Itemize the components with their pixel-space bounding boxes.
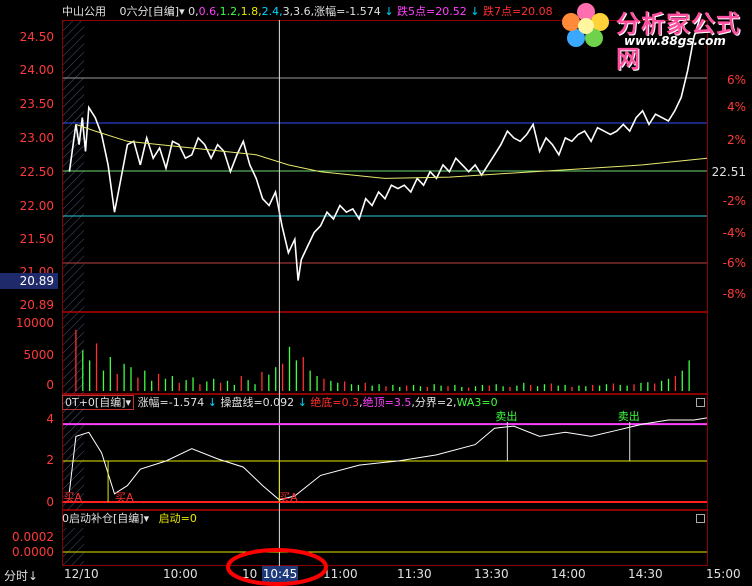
buy-label: 买A [115,491,134,504]
site-logo: 分析家公式网 www.88gs.com [560,0,752,73]
pre-market-hatch [63,313,84,394]
sell-label: 卖出 [618,409,640,423]
buy-label: 买A [279,491,298,504]
logo-url: www.88gs.com [624,34,726,48]
operation-line [68,417,708,501]
sell-label: 卖出 [495,409,517,423]
pre-market-hatch [63,528,84,565]
flower-logo-icon [562,3,609,47]
chart-canvas: 买A 买A 买A 卖出 卖出 [63,15,708,586]
highlight-circle [226,548,328,586]
buy-label: 买A [63,491,82,504]
price-line [68,15,702,281]
pre-market-hatch [63,21,84,312]
